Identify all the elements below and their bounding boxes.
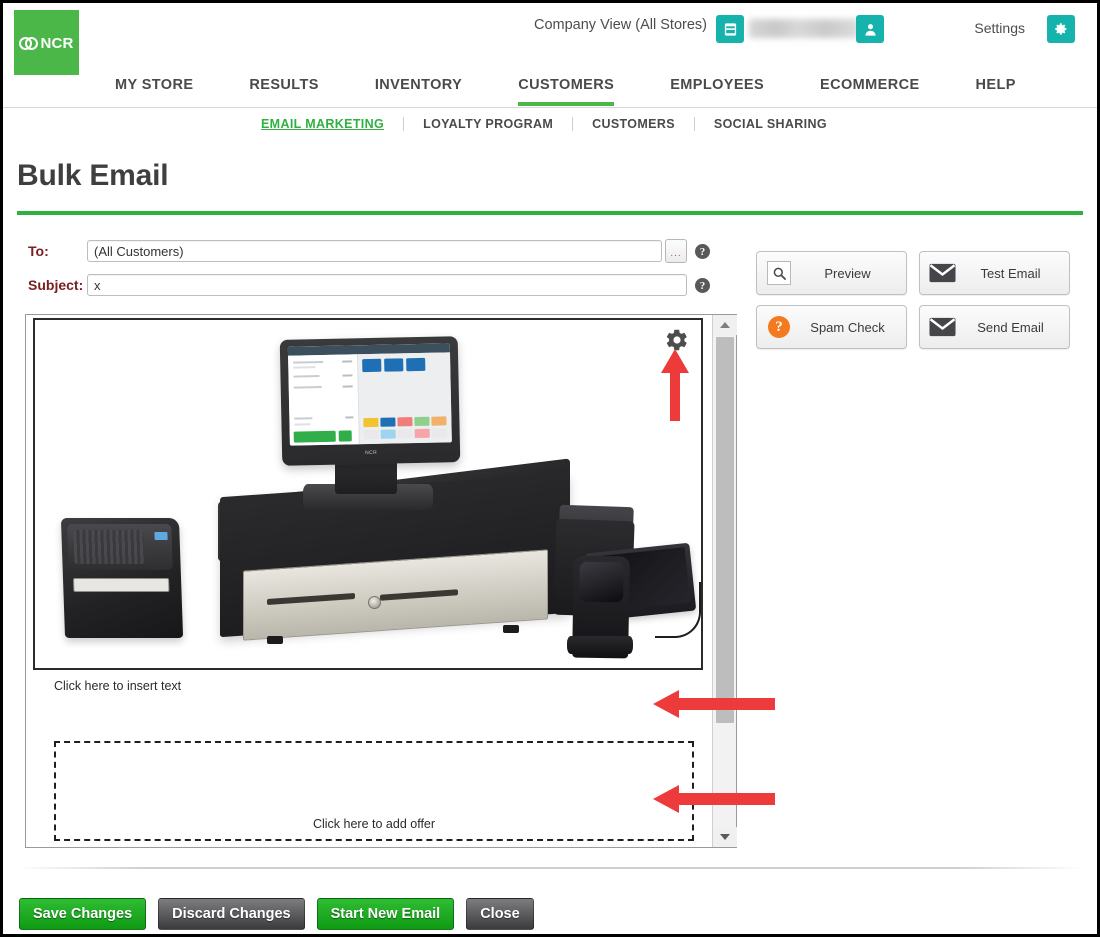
nav-tab-ecommerce[interactable]: ECOMMERCE xyxy=(820,75,919,106)
scroll-up-button[interactable] xyxy=(713,315,737,335)
nav-tab-my-store[interactable]: MY STORE xyxy=(115,75,193,106)
subnav-item-social-sharing[interactable]: SOCIAL SHARING xyxy=(714,117,827,131)
preview-button-label: Preview xyxy=(824,265,871,281)
settings-link[interactable]: Settings xyxy=(974,20,1025,36)
footer-button-bar: Save Changes Discard Changes Start New E… xyxy=(19,898,534,930)
magnifier-icon xyxy=(767,261,791,285)
ncr-logo[interactable]: NCR xyxy=(14,10,79,76)
footer-divider xyxy=(17,867,1085,869)
email-body-editor[interactable]: NCR Click here to insert text Click here… xyxy=(25,314,737,848)
top-header-bar: NCR Company View (All Stores) Settings xyxy=(3,3,1097,76)
close-button[interactable]: Close xyxy=(466,898,534,930)
email-hero-image-block[interactable]: NCR xyxy=(33,318,703,670)
gear-icon xyxy=(666,329,687,351)
to-input[interactable] xyxy=(87,240,662,262)
subnav-item-email-marketing[interactable]: EMAIL MARKETING xyxy=(261,117,384,131)
question-circle-icon: ? xyxy=(768,316,790,338)
gear-icon xyxy=(1055,23,1067,35)
test-email-button-label: Test Email xyxy=(980,265,1041,281)
send-email-button[interactable]: Send Email xyxy=(919,305,1070,349)
to-label: To: xyxy=(28,243,49,259)
triangle-down-icon xyxy=(720,834,730,840)
start-new-email-button[interactable]: Start New Email xyxy=(316,898,455,930)
spam-check-button-label: Spam Check xyxy=(810,319,885,335)
subnav-item-loyalty-program[interactable]: LOYALTY PROGRAM xyxy=(423,117,553,131)
settings-gear-button[interactable] xyxy=(1047,15,1075,43)
nav-tab-customers[interactable]: CUSTOMERS xyxy=(518,75,615,106)
envelope-icon-wrap xyxy=(920,317,964,337)
triangle-up-icon xyxy=(720,322,730,328)
email-action-buttons: Preview Test Email ? Spam Check Send Ema… xyxy=(756,251,1070,349)
add-offer-placeholder: Click here to add offer xyxy=(312,817,436,831)
main-navigation: MY STORE RESULTS INVENTORY CUSTOMERS EMP… xyxy=(3,75,1097,108)
nav-tab-employees[interactable]: EMPLOYEES xyxy=(670,75,764,106)
scanner-base xyxy=(567,636,633,654)
subject-help-icon[interactable]: ? xyxy=(695,278,710,293)
envelope-icon xyxy=(928,317,956,337)
terminal-brand-mark: NCR xyxy=(364,449,378,457)
subnav-divider xyxy=(403,117,405,131)
subject-input[interactable] xyxy=(87,274,687,296)
pos-hardware-photo: NCR xyxy=(35,320,701,668)
pos-touchscreen-terminal: NCR xyxy=(279,336,461,466)
test-email-button[interactable]: Test Email xyxy=(919,251,1070,295)
image-block-settings-gear[interactable] xyxy=(665,328,689,357)
subject-label: Subject: xyxy=(28,277,84,293)
application-window: NCR Company View (All Stores) Settings M… xyxy=(0,0,1100,937)
sub-navigation: EMAIL MARKETING LOYALTY PROGRAM CUSTOMER… xyxy=(3,108,1097,140)
user-account-button[interactable] xyxy=(856,15,884,43)
nav-tab-results[interactable]: RESULTS xyxy=(249,75,318,106)
subnav-divider xyxy=(572,117,574,131)
spam-check-button[interactable]: ? Spam Check xyxy=(756,305,907,349)
envelope-icon-wrap xyxy=(920,263,964,283)
to-browse-button[interactable]: ... xyxy=(665,239,687,263)
scroll-down-button[interactable] xyxy=(713,827,737,847)
page-title: Bulk Email xyxy=(17,159,169,192)
email-canvas[interactable]: NCR Click here to insert text Click here… xyxy=(26,315,712,847)
store-name-redacted xyxy=(749,19,859,38)
add-offer-block[interactable]: Click here to add offer xyxy=(54,741,694,841)
insert-text-placeholder[interactable]: Click here to insert text xyxy=(54,679,181,693)
user-icon xyxy=(864,23,876,36)
subnav-item-customers[interactable]: CUSTOMERS xyxy=(592,117,675,131)
company-view-label: Company View (All Stores) xyxy=(534,17,707,33)
editor-vertical-scrollbar[interactable] xyxy=(712,315,737,847)
discard-changes-button[interactable]: Discard Changes xyxy=(158,898,305,930)
save-changes-button[interactable]: Save Changes xyxy=(19,898,147,930)
store-switch-button[interactable] xyxy=(716,15,744,43)
scrollbar-thumb[interactable] xyxy=(716,337,734,723)
send-email-button-label: Send Email xyxy=(977,319,1044,335)
subnav-divider xyxy=(693,117,695,131)
device-cable xyxy=(655,582,701,638)
ncr-rings-icon xyxy=(19,36,39,50)
preview-button[interactable]: Preview xyxy=(756,251,907,295)
question-circle-icon-wrap: ? xyxy=(757,316,801,338)
ncr-logo-text: NCR xyxy=(40,34,74,52)
nav-tab-inventory[interactable]: INVENTORY xyxy=(375,75,462,106)
store-icon xyxy=(724,22,736,36)
to-help-icon[interactable]: ? xyxy=(695,244,710,259)
receipt-printer xyxy=(60,518,184,638)
envelope-icon xyxy=(928,263,956,283)
nav-tab-help[interactable]: HELP xyxy=(976,75,1016,106)
magnifier-icon-wrap xyxy=(757,261,801,285)
